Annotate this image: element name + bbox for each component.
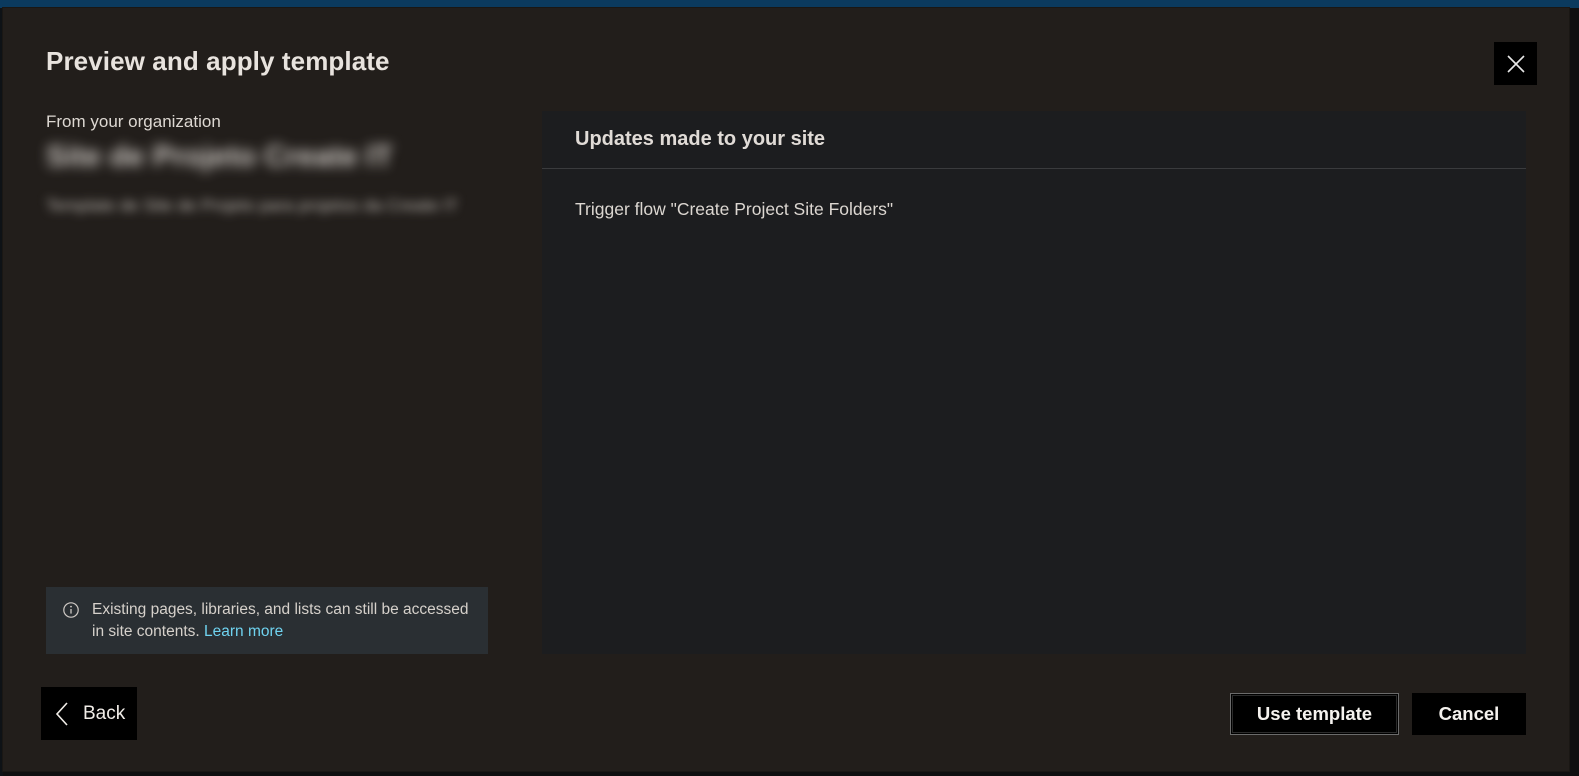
close-icon [1506, 54, 1525, 73]
template-details: From your organization Site de Projeto C… [46, 112, 488, 218]
background-top-bar [0, 0, 1579, 8]
info-icon [63, 602, 79, 618]
update-item: Trigger flow "Create Project Site Folder… [575, 199, 894, 219]
use-template-button[interactable]: Use template [1230, 693, 1399, 735]
dialog-title: Preview and apply template [46, 46, 390, 76]
org-label: From your organization [46, 112, 221, 131]
back-button[interactable]: Back [41, 687, 137, 740]
template-preview-dialog: Preview and apply template From your org… [3, 8, 1569, 771]
close-button[interactable] [1494, 42, 1537, 85]
updates-panel: Updates made to your site Trigger flow "… [542, 111, 1526, 654]
template-name: Site de Projeto Create IT [46, 140, 393, 173]
template-description: Template de Site de Projeto para projeto… [46, 196, 459, 215]
back-label: Back [83, 702, 126, 724]
learn-more-link[interactable]: Learn more [204, 623, 283, 640]
updates-header: Updates made to your site [542, 111, 1526, 169]
info-message: Existing pages, libraries, and lists can… [46, 587, 488, 654]
chevron-left-icon [55, 701, 68, 726]
cancel-button[interactable]: Cancel [1412, 693, 1526, 735]
